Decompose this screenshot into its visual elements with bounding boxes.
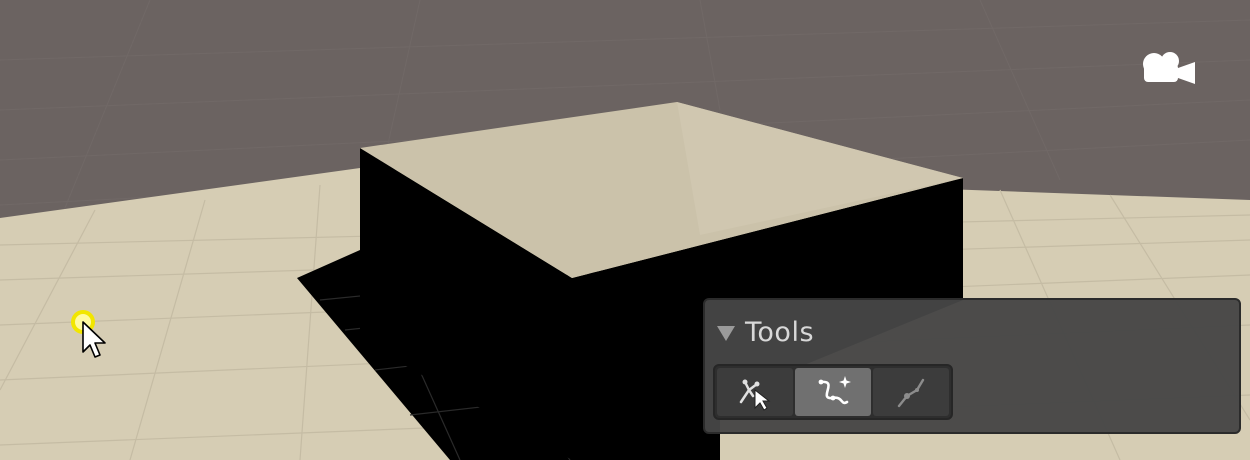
spline-sparkle-icon xyxy=(818,376,851,405)
tool-button-group xyxy=(713,364,953,420)
tree-select-icon xyxy=(739,379,771,411)
mouse-cursor-icon xyxy=(66,306,116,366)
edit-mode-tool-button[interactable] xyxy=(717,368,793,416)
camera-icon[interactable] xyxy=(1140,48,1198,88)
spline-create-tool-button[interactable] xyxy=(795,368,871,416)
knot-line-icon xyxy=(897,378,925,408)
tools-header[interactable]: Tools xyxy=(717,312,814,352)
tools-title: Tools xyxy=(745,316,815,348)
tools-overlay-panel: Tools xyxy=(703,298,1241,434)
triangle-down-icon[interactable] xyxy=(717,325,735,341)
scene-viewport[interactable]: Tools xyxy=(0,0,1250,460)
knot-edit-tool-button[interactable] xyxy=(873,368,949,416)
